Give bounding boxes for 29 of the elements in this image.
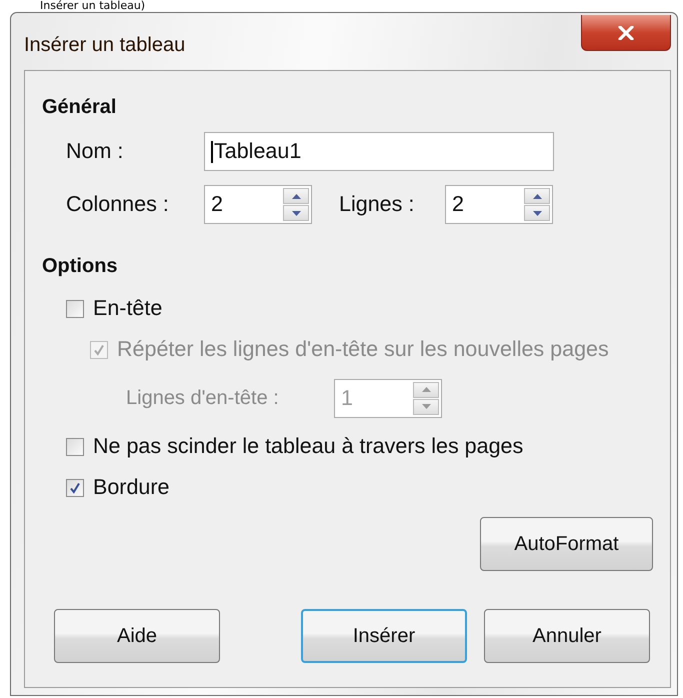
checkbox[interactable] xyxy=(66,300,84,318)
spin-down-icon[interactable] xyxy=(524,205,550,221)
dialog-button[interactable]: Annuler xyxy=(484,609,650,663)
field-label: Nom : xyxy=(66,139,124,164)
name-field[interactable]: Tableau1 xyxy=(204,132,554,171)
close-button[interactable] xyxy=(581,15,671,51)
close-icon xyxy=(618,26,634,40)
field-label: Lignes d'en-tête : xyxy=(126,386,280,410)
checkbox-label[interactable]: En-tête xyxy=(93,296,162,321)
checkbox-label[interactable]: Bordure xyxy=(93,475,170,500)
dialog-button[interactable]: Aide xyxy=(54,609,220,663)
page-heading: Insérer un tableau) xyxy=(40,0,146,12)
checkmark-icon xyxy=(69,482,81,494)
checkbox[interactable] xyxy=(66,438,84,456)
section-heading: Options xyxy=(42,255,119,279)
spin-up-icon[interactable] xyxy=(524,188,550,204)
checkbox-label[interactable]: Ne pas scinder le tableau à travers les pages xyxy=(93,434,524,459)
spin-field[interactable]: 2 xyxy=(204,185,312,224)
spin-up-icon[interactable] xyxy=(283,188,309,204)
spin-field[interactable]: 2 xyxy=(445,185,553,224)
spin-down-icon[interactable] xyxy=(283,205,309,221)
window-title: Insérer un tableau xyxy=(24,34,186,57)
checkmark-icon xyxy=(93,344,105,356)
autoformat-button[interactable]: AutoFormat xyxy=(480,517,653,571)
field-label: Colonnes : xyxy=(66,192,170,217)
dialog-button[interactable]: Insérer xyxy=(301,609,467,663)
section-heading: Général xyxy=(42,96,118,120)
checkbox[interactable] xyxy=(66,478,84,496)
field-label: Lignes : xyxy=(339,192,416,217)
